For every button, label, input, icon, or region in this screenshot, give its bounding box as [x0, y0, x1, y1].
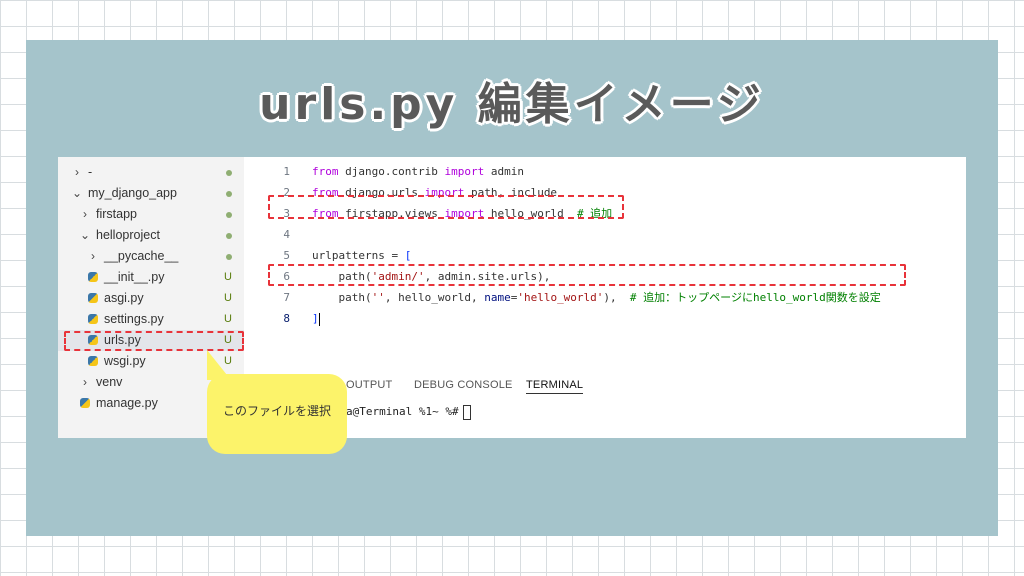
tree-item-asgi-py[interactable]: asgi.py U	[58, 288, 244, 309]
callout-bubble: このファイルを選択	[207, 374, 347, 454]
code-line: 8 ]	[244, 308, 966, 329]
line-number: 1	[283, 165, 290, 178]
code-text: ]	[312, 312, 320, 326]
code-line: 7 path('', hello_world, name='hello_worl…	[244, 287, 966, 308]
urls-py-highlight-box	[64, 331, 244, 351]
python-file-icon	[88, 356, 98, 366]
tree-item-helloproject[interactable]: ⌄ helloproject	[58, 225, 244, 246]
chevron-right-icon: ›	[83, 207, 87, 221]
python-file-icon	[88, 272, 98, 282]
tree-item-settings-py[interactable]: settings.py U	[58, 309, 244, 330]
git-status-badge: U	[224, 292, 232, 304]
code-line: 4	[244, 224, 966, 245]
chevron-down-icon: ⌄	[72, 186, 83, 200]
terminal-prompt: a@Terminal %1~ %#	[346, 405, 459, 418]
code-text: path('', hello_world, name='hello_world'…	[312, 291, 881, 304]
status-dot	[226, 170, 232, 176]
tree-item-label: settings.py	[104, 312, 164, 326]
code-line: 5 urlpatterns = [	[244, 245, 966, 266]
line-number: 8	[283, 312, 290, 325]
chevron-right-icon: ›	[91, 249, 95, 263]
panel-tabs: OUTPUT DEBUG CONSOLE TERMINAL	[244, 370, 966, 398]
text-cursor	[318, 312, 320, 326]
terminal-cursor	[462, 404, 471, 420]
chevron-down-icon: ⌄	[80, 228, 91, 242]
status-dot	[226, 233, 232, 239]
python-file-icon	[88, 314, 98, 324]
tree-item-label: venv	[96, 375, 123, 389]
tree-item-label: -	[88, 165, 93, 179]
line-number: 4	[283, 228, 290, 241]
tree-item-dash[interactable]: › -	[58, 162, 244, 183]
terminal-prompt-line[interactable]: a@Terminal %1~ %#	[346, 403, 471, 421]
callout-text: このファイルを選択	[222, 404, 331, 418]
tab-terminal[interactable]: TERMINAL	[526, 379, 584, 394]
chevron-right-icon: ›	[75, 165, 79, 179]
status-dot	[226, 191, 232, 197]
tree-item-label: wsgi.py	[104, 354, 146, 368]
tree-item-label: __pycache__	[104, 249, 179, 263]
git-status-badge: U	[224, 271, 232, 283]
line-number: 7	[283, 291, 290, 304]
tab-debug-console[interactable]: DEBUG CONSOLE	[414, 379, 513, 391]
vscode-screenshot: › - ⌄ my_django_app › firstapp ⌄ hellopr…	[58, 157, 966, 438]
tree-item-label: asgi.py	[104, 291, 144, 305]
git-status-badge: U	[224, 313, 232, 325]
code-line: 1 from django.contrib import admin	[244, 161, 966, 182]
python-file-icon	[88, 293, 98, 303]
tree-item-init-py[interactable]: __init__.py U	[58, 267, 244, 288]
line-number: 5	[283, 249, 290, 262]
tree-item-label: __init__.py	[104, 270, 165, 284]
tree-item-label: firstapp	[96, 207, 137, 221]
page-title: urls.py 編集イメージ	[259, 79, 765, 130]
code-text: from django.contrib import admin	[312, 165, 524, 178]
code-text: urlpatterns = [	[312, 249, 412, 262]
status-dot	[226, 212, 232, 218]
status-dot	[226, 254, 232, 260]
tree-item-label: helloproject	[96, 228, 160, 242]
python-file-icon	[80, 398, 90, 408]
line-7-highlight-box	[268, 264, 906, 286]
tree-item-my-django-app[interactable]: ⌄ my_django_app	[58, 183, 244, 204]
line-3-highlight-box	[268, 195, 624, 219]
tree-item-pycache[interactable]: › __pycache__	[58, 246, 244, 267]
chevron-right-icon: ›	[83, 375, 87, 389]
tab-output[interactable]: OUTPUT	[346, 379, 392, 391]
tree-item-label: my_django_app	[88, 186, 177, 200]
tree-item-firstapp[interactable]: › firstapp	[58, 204, 244, 225]
tree-item-label: manage.py	[96, 396, 158, 410]
